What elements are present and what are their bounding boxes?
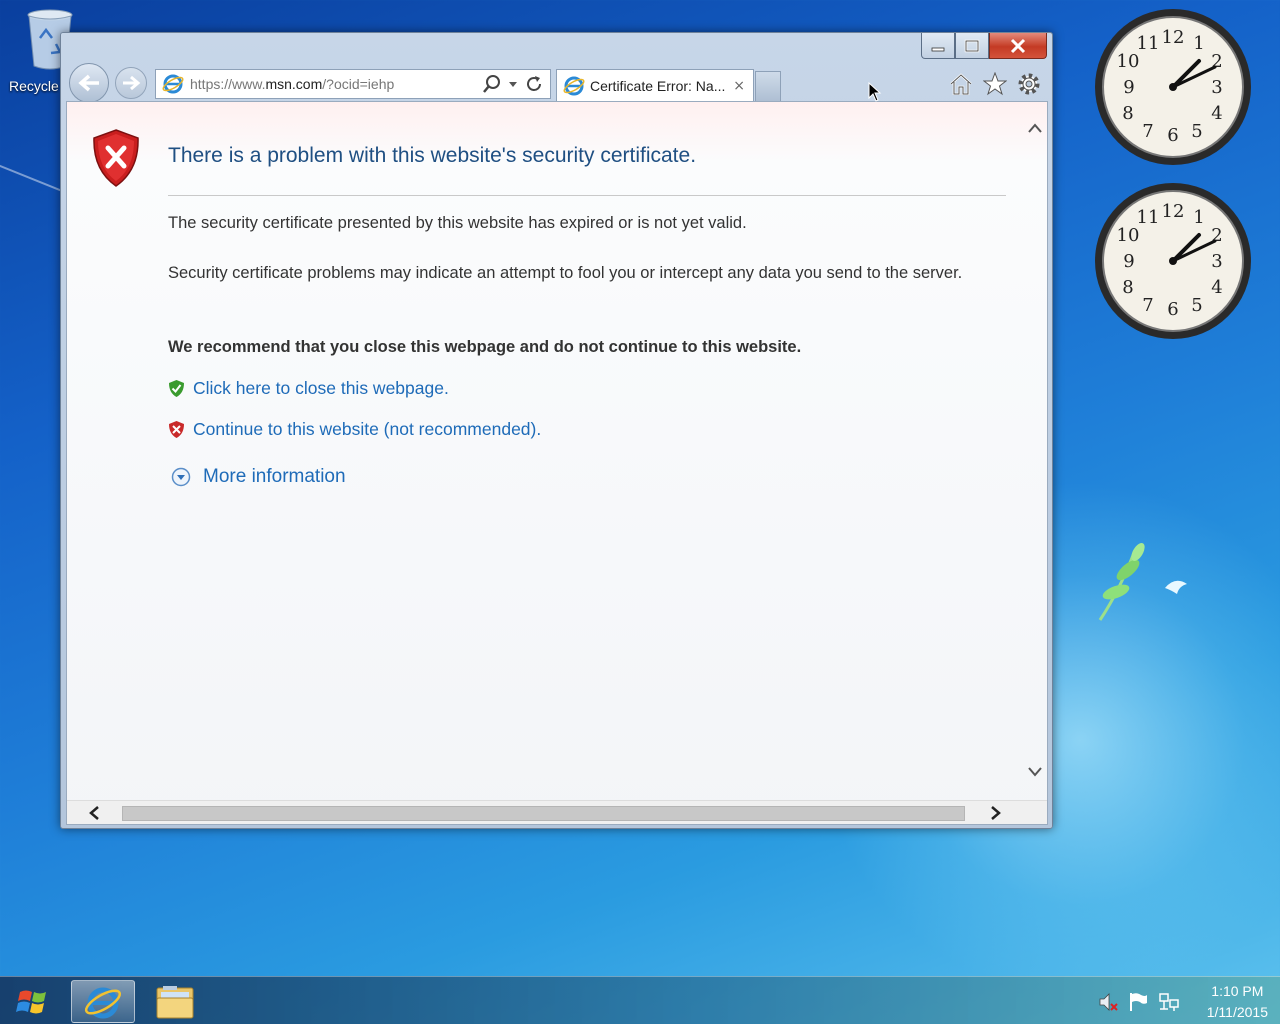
folder-icon	[156, 985, 194, 1018]
back-arrow-icon	[78, 74, 99, 92]
toolbar-icons	[948, 71, 1042, 97]
home-button[interactable]	[948, 71, 974, 97]
clock-date: 1/11/2015	[1206, 1004, 1268, 1020]
wallpaper-streak	[0, 158, 68, 194]
mouse-cursor-icon	[868, 82, 882, 102]
maximize-button[interactable]	[955, 33, 989, 59]
forward-arrow-icon	[123, 75, 141, 91]
taskbar-internet-explorer[interactable]	[71, 980, 135, 1023]
horizontal-scroll-thumb[interactable]	[122, 806, 965, 821]
gear-icon	[1018, 73, 1040, 95]
svg-text:8: 8	[1122, 103, 1133, 124]
vertical-scrollbar[interactable]	[1021, 102, 1047, 802]
svg-text:6: 6	[1167, 125, 1178, 146]
more-information-toggle[interactable]: More information	[171, 466, 346, 488]
clock-gadget-icon[interactable]: 12369 111087 5412	[1093, 7, 1253, 167]
url-suffix: /?ocid=iehp	[322, 76, 395, 92]
tab-certificate-error[interactable]: Certificate Error: Na... ×	[556, 69, 754, 101]
clock-gadget-icon[interactable]: 12369 111087 5412	[1093, 181, 1253, 341]
continue-website-link[interactable]: Continue to this website (not recommende…	[168, 419, 541, 440]
svg-text:5: 5	[1191, 121, 1202, 142]
cert-expired-text: The security certificate presented by th…	[168, 214, 747, 232]
windows-logo-icon	[16, 990, 46, 1014]
url-domain: msn.com	[265, 76, 323, 92]
taskbar-clock[interactable]: 1:10 PM 1/11/2015	[1207, 981, 1268, 1023]
minimize-icon	[931, 47, 945, 51]
ie-page-icon	[162, 74, 184, 94]
network-icon[interactable]	[1157, 991, 1181, 1013]
tab-title: Certificate Error: Na...	[590, 77, 726, 94]
svg-text:8: 8	[1122, 277, 1133, 298]
svg-text:12: 12	[1162, 201, 1185, 222]
svg-text:12: 12	[1162, 27, 1185, 48]
forward-button[interactable]	[115, 67, 147, 99]
error-shield-icon	[93, 129, 139, 187]
minimize-button[interactable]	[921, 33, 955, 59]
speaker-muted-icon[interactable]	[1097, 991, 1119, 1013]
close-window-button[interactable]	[989, 33, 1047, 59]
home-icon	[950, 73, 972, 95]
clock-time: 1:10 PM	[1211, 983, 1264, 999]
svg-text:1: 1	[1193, 33, 1204, 54]
recommendation-text: We recommend that you close this webpage…	[168, 338, 802, 356]
svg-text:5: 5	[1191, 295, 1202, 316]
scroll-left-icon[interactable]	[87, 805, 101, 821]
caption-buttons	[921, 33, 1047, 59]
ie-tab-icon	[563, 76, 585, 95]
dropdown-arrow-icon[interactable]	[508, 79, 518, 89]
svg-text:4: 4	[1211, 277, 1222, 298]
browser-window: https://www.msn.com/?ocid=iehp Certifica…	[60, 32, 1053, 829]
scroll-down-icon[interactable]	[1027, 766, 1043, 778]
green-shield-icon	[169, 380, 184, 397]
favorites-button[interactable]	[982, 71, 1008, 97]
new-tab-button[interactable]	[755, 71, 781, 101]
svg-text:10: 10	[1117, 51, 1140, 72]
url-prefix: https://www.	[190, 76, 266, 92]
scroll-up-icon[interactable]	[1027, 122, 1043, 134]
system-tray: 1:10 PM 1/11/2015	[1097, 981, 1268, 1023]
wallpaper-bird-icon	[1098, 542, 1187, 621]
expand-circle-icon	[171, 467, 191, 487]
start-button[interactable]	[10, 983, 56, 1021]
taskbar-file-explorer[interactable]	[143, 980, 207, 1023]
scroll-right-icon[interactable]	[989, 805, 1003, 821]
action-center-flag-icon[interactable]	[1127, 991, 1149, 1013]
recycle-bin-label: Recycle	[9, 78, 59, 94]
svg-text:9: 9	[1123, 77, 1134, 98]
svg-text:6: 6	[1167, 299, 1178, 320]
refresh-icon[interactable]	[524, 74, 544, 94]
horizontal-scrollbar[interactable]	[67, 800, 1047, 824]
red-shield-icon	[169, 421, 184, 438]
svg-text:9: 9	[1123, 251, 1134, 272]
tools-button[interactable]	[1016, 71, 1042, 97]
page-title: There is a problem with this website's s…	[168, 144, 697, 167]
close-icon	[1010, 38, 1026, 53]
address-url: https://www.msn.com/?ocid=iehp	[190, 76, 482, 92]
svg-text:7: 7	[1142, 121, 1153, 142]
svg-text:7: 7	[1142, 295, 1153, 316]
close-webpage-link[interactable]: Click here to close this webpage.	[168, 378, 449, 399]
svg-text:10: 10	[1117, 225, 1140, 246]
internet-explorer-icon	[84, 987, 122, 1018]
cert-warning-text: Security certificate problems may indica…	[168, 264, 963, 282]
search-icon[interactable]	[482, 74, 502, 94]
more-information-label[interactable]: More information	[203, 466, 346, 488]
close-webpage-label[interactable]: Click here to close this webpage.	[193, 378, 449, 399]
svg-text:1: 1	[1193, 207, 1204, 228]
back-button[interactable]	[69, 63, 109, 103]
address-bar[interactable]: https://www.msn.com/?ocid=iehp	[155, 69, 551, 99]
title-divider	[168, 195, 1006, 196]
svg-text:11: 11	[1137, 33, 1160, 54]
tab-close-icon[interactable]: ×	[733, 78, 745, 94]
taskbar: 1:10 PM 1/11/2015	[0, 976, 1280, 1024]
page-content: There is a problem with this website's s…	[66, 101, 1048, 825]
svg-text:11: 11	[1137, 207, 1160, 228]
continue-website-label[interactable]: Continue to this website (not recommende…	[193, 419, 541, 440]
maximize-icon	[964, 39, 980, 52]
svg-text:3: 3	[1211, 251, 1222, 272]
svg-text:4: 4	[1211, 103, 1222, 124]
svg-text:3: 3	[1211, 77, 1222, 98]
star-icon	[983, 72, 1007, 96]
